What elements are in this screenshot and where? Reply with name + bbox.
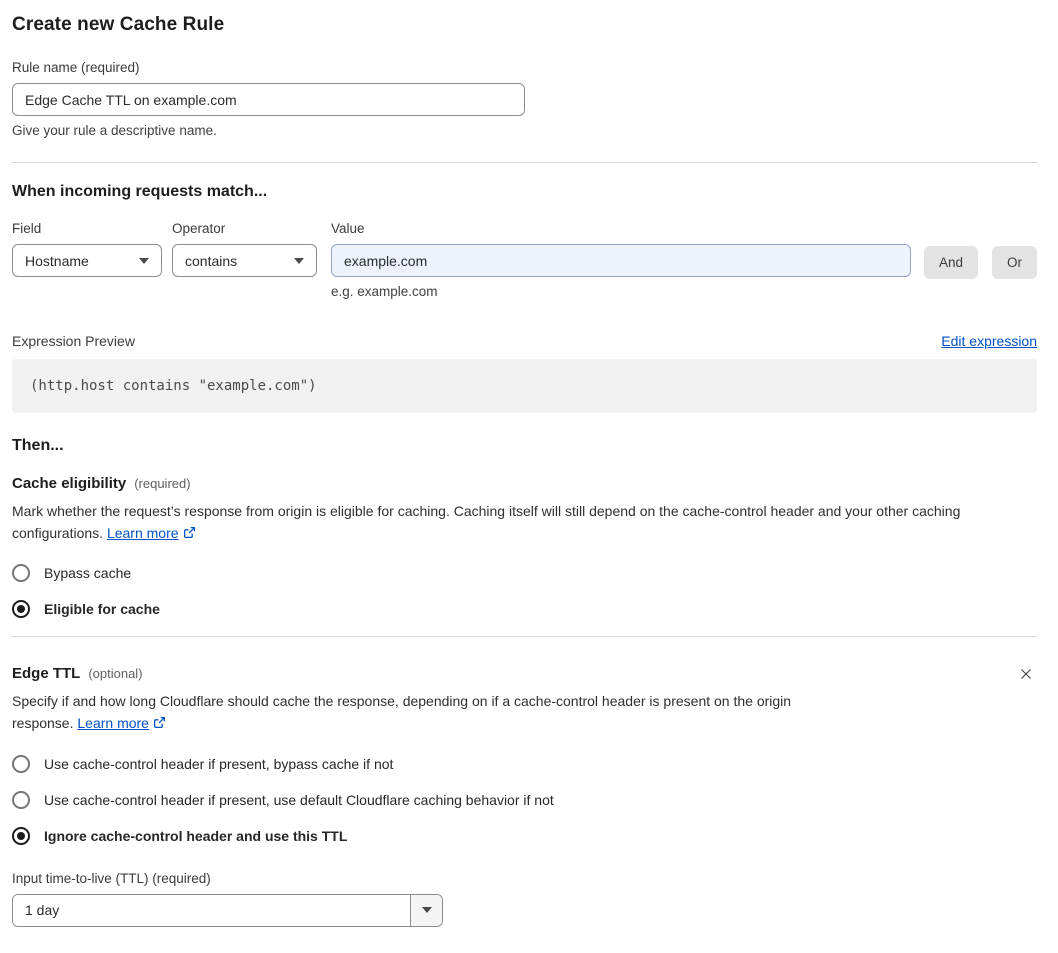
operator-select-value: contains [185,252,238,269]
field-select-value: Hostname [25,252,89,269]
edit-expression-link[interactable]: Edit expression [941,333,1037,349]
match-heading: When incoming requests match... [12,183,268,200]
operator-column: Operator contains [172,221,317,277]
expression-preview-box: (http.host contains "example.com") [12,359,1037,413]
field-label: Field [12,221,42,236]
cache-eligibility-section: Cache eligibility (required) Mark whethe… [12,475,1037,619]
ttl-dropdown-button[interactable] [410,894,442,926]
chevron-down-icon [421,907,432,914]
learn-more-link[interactable]: Learn more [77,715,149,731]
section-divider [12,162,1037,163]
radio-option-label: Eligible for cache [44,601,160,618]
and-button[interactable]: And [923,246,978,279]
section-divider [12,636,1037,638]
ttl-input-block: Input time-to-live (TTL) (required) [12,871,1037,927]
rule-name-input[interactable] [12,83,525,116]
ttl-label: Input time-to-live (TTL) (required) [12,870,211,886]
ttl-value-input[interactable] [13,894,410,926]
radio-icon [12,600,30,619]
rule-name-label: Rule name (required) [12,60,140,75]
required-tag: (required) [134,476,191,491]
radio-option-use-header-bypass[interactable]: Use cache-control header if present, byp… [12,754,394,773]
operator-select[interactable]: contains [172,244,317,277]
edge-ttl-title-row: Edge TTL (optional) [12,665,1037,682]
page-title: Create new Cache Rule [12,14,225,35]
radio-option-bypass-cache[interactable]: Bypass cache [12,564,132,583]
edge-ttl-description: Specify if and how long Cloudflare shoul… [12,691,850,734]
radio-option-label: Ignore cache-control header and use this… [44,827,348,844]
ttl-combobox [12,893,443,927]
or-button[interactable]: Or [992,246,1037,279]
field-column: Field Hostname [12,221,162,277]
cache-eligibility-description: Mark whether the request’s response from… [12,501,1037,544]
value-column: Value e.g. example.com [331,221,911,299]
rule-name-block: Rule name (required) Give your rule a de… [12,60,1037,138]
external-link-icon [153,717,165,729]
expression-code: (http.host contains "example.com") [30,378,317,394]
chevron-down-icon [139,257,149,264]
optional-tag: (optional) [88,666,143,682]
radio-icon [12,754,30,773]
expression-preview-row: Expression Preview Edit expression [12,333,1037,349]
radio-option-label: Bypass cache [44,565,132,582]
radio-option-label: Use cache-control header if present, byp… [44,755,394,772]
value-helper: e.g. example.com [331,284,438,299]
radio-icon [12,564,30,583]
then-heading: Then... [12,437,64,454]
value-input[interactable] [331,244,911,277]
radio-option-ignore-header-ttl[interactable]: Ignore cache-control header and use this… [12,826,348,845]
cache-eligibility-title-row: Cache eligibility (required) [12,475,1037,492]
value-label: Value [331,221,365,236]
match-condition-row: Field Hostname Operator contains Value e… [12,221,1037,299]
radio-option-label: Use cache-control header if present, use… [44,791,554,808]
edge-ttl-title: Edge TTL [12,665,81,683]
edge-ttl-section: Edge TTL (optional) Specify if and how l… [12,663,1037,927]
expression-preview-label: Expression Preview [12,333,135,349]
operator-label: Operator [172,221,226,236]
radio-option-use-header-default[interactable]: Use cache-control header if present, use… [12,790,554,809]
close-edge-ttl-button[interactable] [1015,663,1037,685]
rule-name-helper: Give your rule a descriptive name. [12,123,217,138]
close-icon [1021,669,1031,680]
learn-more-link[interactable]: Learn more [107,525,179,541]
external-link-icon [183,526,195,538]
radio-option-eligible-for-cache[interactable]: Eligible for cache [12,600,160,619]
cache-eligibility-title: Cache eligibility [12,475,127,492]
chevron-down-icon [294,257,304,264]
radio-icon [12,826,30,845]
radio-icon [12,790,30,809]
create-cache-rule-page: Create new Cache Rule Rule name (require… [0,0,1058,953]
field-select[interactable]: Hostname [12,244,162,277]
